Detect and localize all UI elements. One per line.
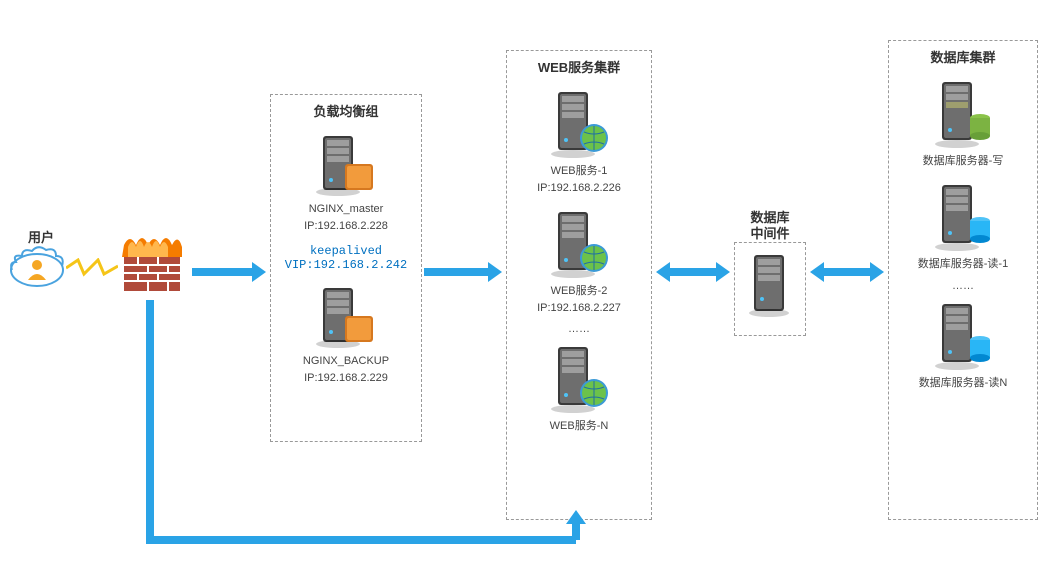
nginx-master-ip: IP:192.168.2.228	[271, 219, 421, 234]
nginx-backup-ip: IP:192.168.2.229	[271, 371, 421, 386]
user-icon	[8, 244, 66, 292]
web-cluster-title: WEB服务集群	[507, 51, 651, 80]
server-icon	[311, 130, 381, 200]
db-cluster-title: 数据库集群	[889, 41, 1037, 70]
web-cluster-box: WEB服务集群 WEB服务-1 IP:192.168.2.226	[506, 50, 652, 520]
db-server-icon	[928, 76, 998, 152]
return-arrow-up	[572, 522, 580, 540]
arrow-firewall-to-lb	[192, 268, 254, 276]
lightning-icon	[66, 258, 118, 281]
arrow-lb-to-web	[424, 268, 490, 276]
web-node-n-name: WEB服务-N	[507, 419, 651, 434]
nginx-master-name: NGINX_master	[271, 202, 421, 217]
db-readn-name: 数据库服务器-读N	[889, 376, 1037, 391]
db-write-node: 数据库服务器-写	[889, 76, 1037, 169]
db-readn-node: 数据库服务器-读N	[889, 298, 1037, 391]
web-ellipsis: ……	[507, 323, 651, 335]
lb-group-title: 负载均衡组	[271, 95, 421, 124]
nginx-backup-name: NGINX_BACKUP	[271, 354, 421, 369]
nginx-master-node: NGINX_master IP:192.168.2.228	[271, 130, 421, 234]
db-middleware-title: 数据库 中间件	[735, 210, 805, 243]
web-node-1-name: WEB服务-1	[507, 164, 651, 179]
web-server-icon	[544, 341, 614, 417]
keepalived-block: keepalived VIP:192.168.2.242	[271, 244, 421, 272]
web-server-icon	[544, 86, 614, 162]
keepalived-label: keepalived	[271, 244, 421, 258]
web-node-1: WEB服务-1 IP:192.168.2.226	[507, 86, 651, 196]
lb-group-box: 负载均衡组 NGINX_master IP:192.168.2.228 keep…	[270, 94, 422, 442]
db-write-name: 数据库服务器-写	[889, 154, 1037, 169]
db-cluster-box: 数据库集群 数据库服务器-写	[888, 40, 1038, 520]
server-icon	[311, 282, 381, 352]
web-server-icon	[544, 206, 614, 282]
diagram-canvas: 用户	[0, 0, 1056, 572]
arrow-web-middleware	[668, 268, 718, 276]
db-ellipsis: ……	[889, 280, 1037, 292]
web-node-1-ip: IP:192.168.2.226	[507, 181, 651, 196]
db-middleware-box	[734, 242, 806, 336]
arrow-middleware-db	[822, 268, 872, 276]
web-node-2-ip: IP:192.168.2.227	[507, 301, 651, 316]
db-server-icon	[928, 179, 998, 255]
server-icon	[742, 251, 798, 321]
db-server-icon	[928, 298, 998, 374]
web-node-2: WEB服务-2 IP:192.168.2.227	[507, 206, 651, 316]
web-node-n: WEB服务-N	[507, 341, 651, 434]
keepalived-vip: VIP:192.168.2.242	[271, 258, 421, 272]
db-read1-node: 数据库服务器-读-1	[889, 179, 1037, 272]
nginx-backup-node: NGINX_BACKUP IP:192.168.2.229	[271, 282, 421, 386]
return-arrow-down	[146, 300, 154, 540]
web-node-2-name: WEB服务-2	[507, 284, 651, 299]
firewall-icon	[118, 235, 186, 297]
return-arrow-right	[146, 536, 576, 544]
db-read1-name: 数据库服务器-读-1	[889, 257, 1037, 272]
